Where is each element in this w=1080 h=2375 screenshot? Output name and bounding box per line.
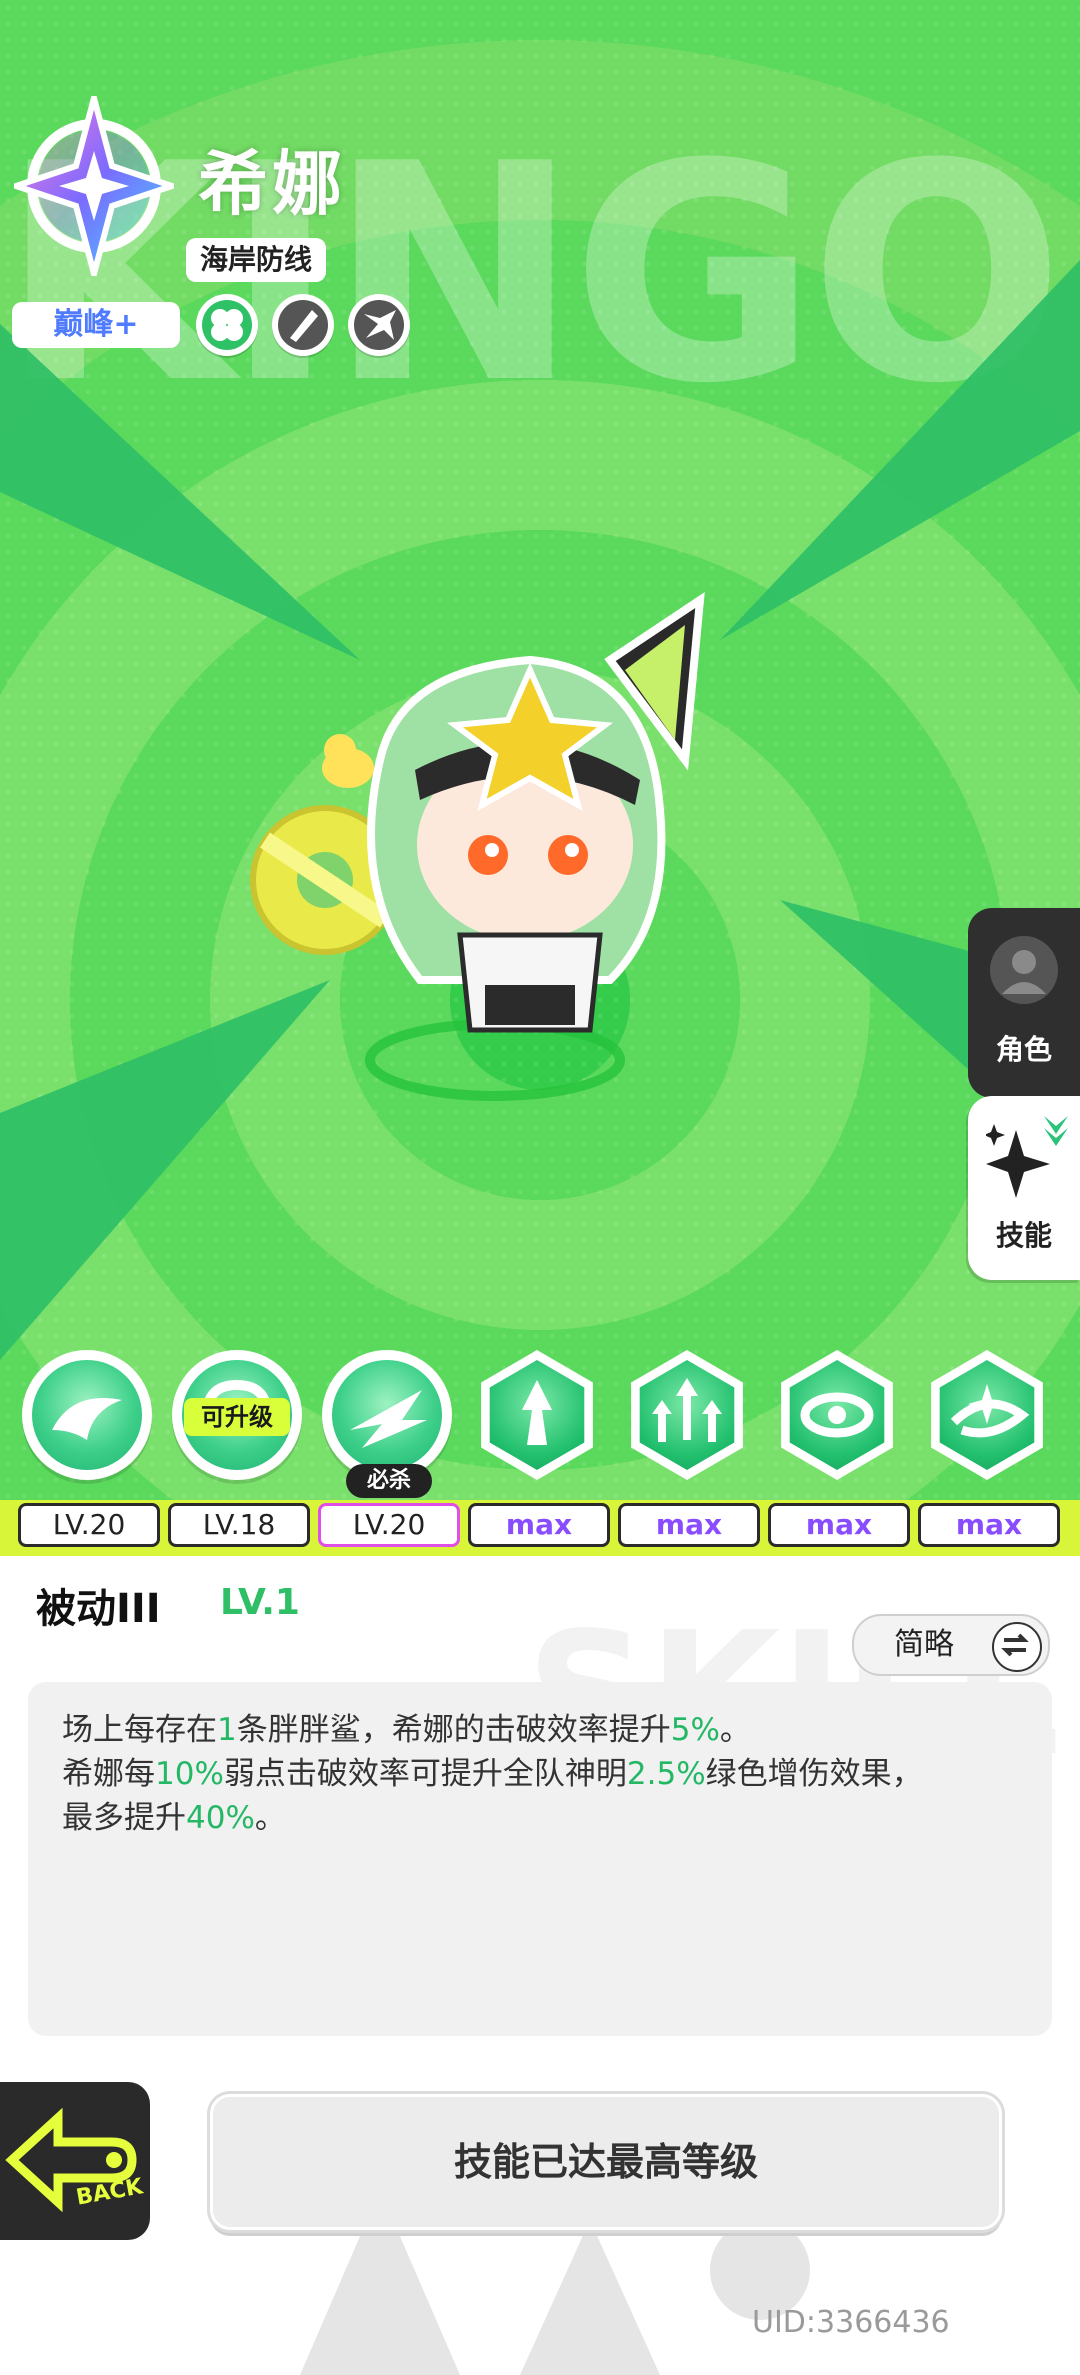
side-tab-character[interactable]: 角色 xyxy=(968,908,1080,1098)
feather-blade-icon[interactable] xyxy=(272,294,334,356)
skill-level-label: max xyxy=(768,1503,910,1547)
character-name: 希娜 xyxy=(198,143,346,225)
arrow-burst-icon xyxy=(522,1380,552,1445)
character-sprite xyxy=(250,592,705,1101)
toggle-label: 简略 xyxy=(894,1627,954,1662)
description-line: 希娜每10%弱点击破效率可提升全队神明2.5%绿色增伤效果， xyxy=(62,1756,923,1792)
skill-slot-5[interactable] xyxy=(622,1350,752,1480)
skill-slot-3[interactable] xyxy=(322,1350,452,1480)
skill-level-label: max xyxy=(918,1503,1060,1547)
back-button[interactable]: BACK xyxy=(0,2082,150,2240)
skill-slot-2[interactable]: 可升级 xyxy=(172,1350,302,1480)
user-id: UID:3366436 xyxy=(752,2305,950,2340)
side-tab-label: 角色 xyxy=(995,1033,1052,1066)
break-claw-icon[interactable] xyxy=(348,294,410,356)
skill-slot-1[interactable] xyxy=(22,1350,152,1480)
skill-level-label: max xyxy=(618,1503,760,1547)
skill-level-label: LV.20 xyxy=(318,1503,460,1547)
faction-label: 海岸防线 xyxy=(186,238,327,282)
skill-slot-6[interactable] xyxy=(772,1350,902,1480)
slash-burst-icon xyxy=(350,1390,427,1448)
description-line: 最多提升40%。 xyxy=(62,1800,286,1836)
brief-toggle-button[interactable]: 简略 xyxy=(852,1614,1050,1676)
skill-slot-7[interactable] xyxy=(922,1350,1052,1480)
spiral-star-icon xyxy=(950,1384,1030,1438)
swap-arrows-icon xyxy=(992,1622,1042,1672)
side-tab-label: 技能 xyxy=(995,1219,1052,1252)
skill-level-label: LV.20 xyxy=(18,1503,160,1547)
rank-badge: 巅峰+ xyxy=(12,302,180,348)
element-badge-icon xyxy=(14,96,174,276)
skill-description: 场上每存在1条胖胖鲨，希娜的击破效率提升5%。 希娜每10%弱点击破效率可提升全… xyxy=(62,1708,1022,1840)
back-arrow-icon xyxy=(5,2107,137,2213)
ultimate-tag: 必杀 xyxy=(346,1464,432,1498)
max-level-label: 技能已达最高等级 xyxy=(453,2140,758,2184)
avatar-icon xyxy=(990,936,1058,1004)
shark-wave-icon xyxy=(52,1398,122,1440)
skill-level-label: LV.18 xyxy=(168,1503,310,1547)
upgradable-tag: 可升级 xyxy=(184,1398,290,1436)
skill-title: 被动III xyxy=(36,1586,161,1632)
max-level-button[interactable]: 技能已达最高等级 xyxy=(210,2094,1002,2230)
sparkle-star-icon xyxy=(986,1116,1068,1198)
game-screen: KINGOD 希娜 海岸防线 巅峰+ xyxy=(0,0,1080,2375)
skill-description-box: 场上每存在1条胖胖鲨，希娜的击破效率提升5%。 希娜每10%弱点击破效率可提升全… xyxy=(28,1682,1052,2036)
clover-element-icon[interactable] xyxy=(196,294,258,356)
skill-level-label: max xyxy=(468,1503,610,1547)
description-line: 场上每存在1条胖胖鲨，希娜的击破效率提升5%。 xyxy=(62,1712,751,1748)
side-tab-skills[interactable]: 技能 xyxy=(968,1096,1080,1280)
skill-level: LV.1 xyxy=(220,1582,300,1623)
vortex-icon xyxy=(800,1392,874,1438)
skill-slot-4[interactable] xyxy=(472,1350,602,1480)
triple-arrow-icon xyxy=(652,1378,722,1442)
